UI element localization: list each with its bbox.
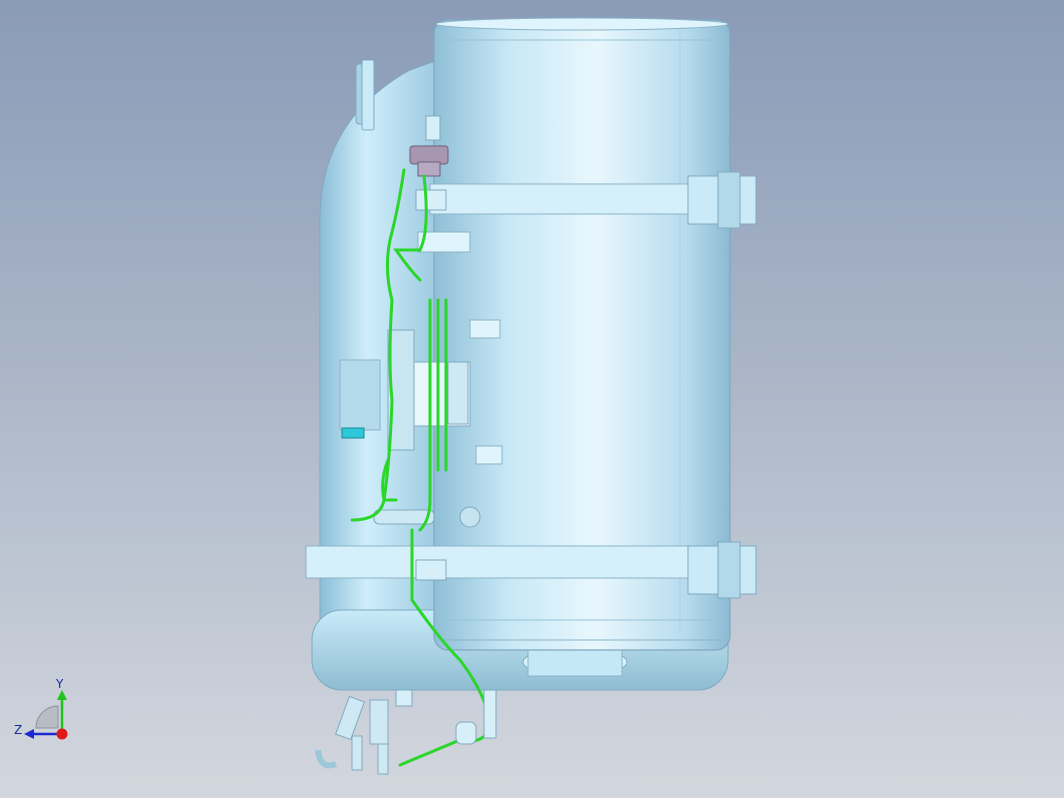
z-axis-arrow: [24, 729, 34, 739]
y-axis-arrow: [57, 690, 67, 700]
x-axis-point: [56, 728, 68, 740]
elbow-pipe[interactable]: [319, 59, 439, 621]
z-axis-label: Z: [14, 723, 22, 737]
y-axis-label: Y: [55, 677, 64, 691]
cad-viewport[interactable]: [0, 0, 1064, 798]
axis-triad: Y Z: [14, 677, 68, 740]
